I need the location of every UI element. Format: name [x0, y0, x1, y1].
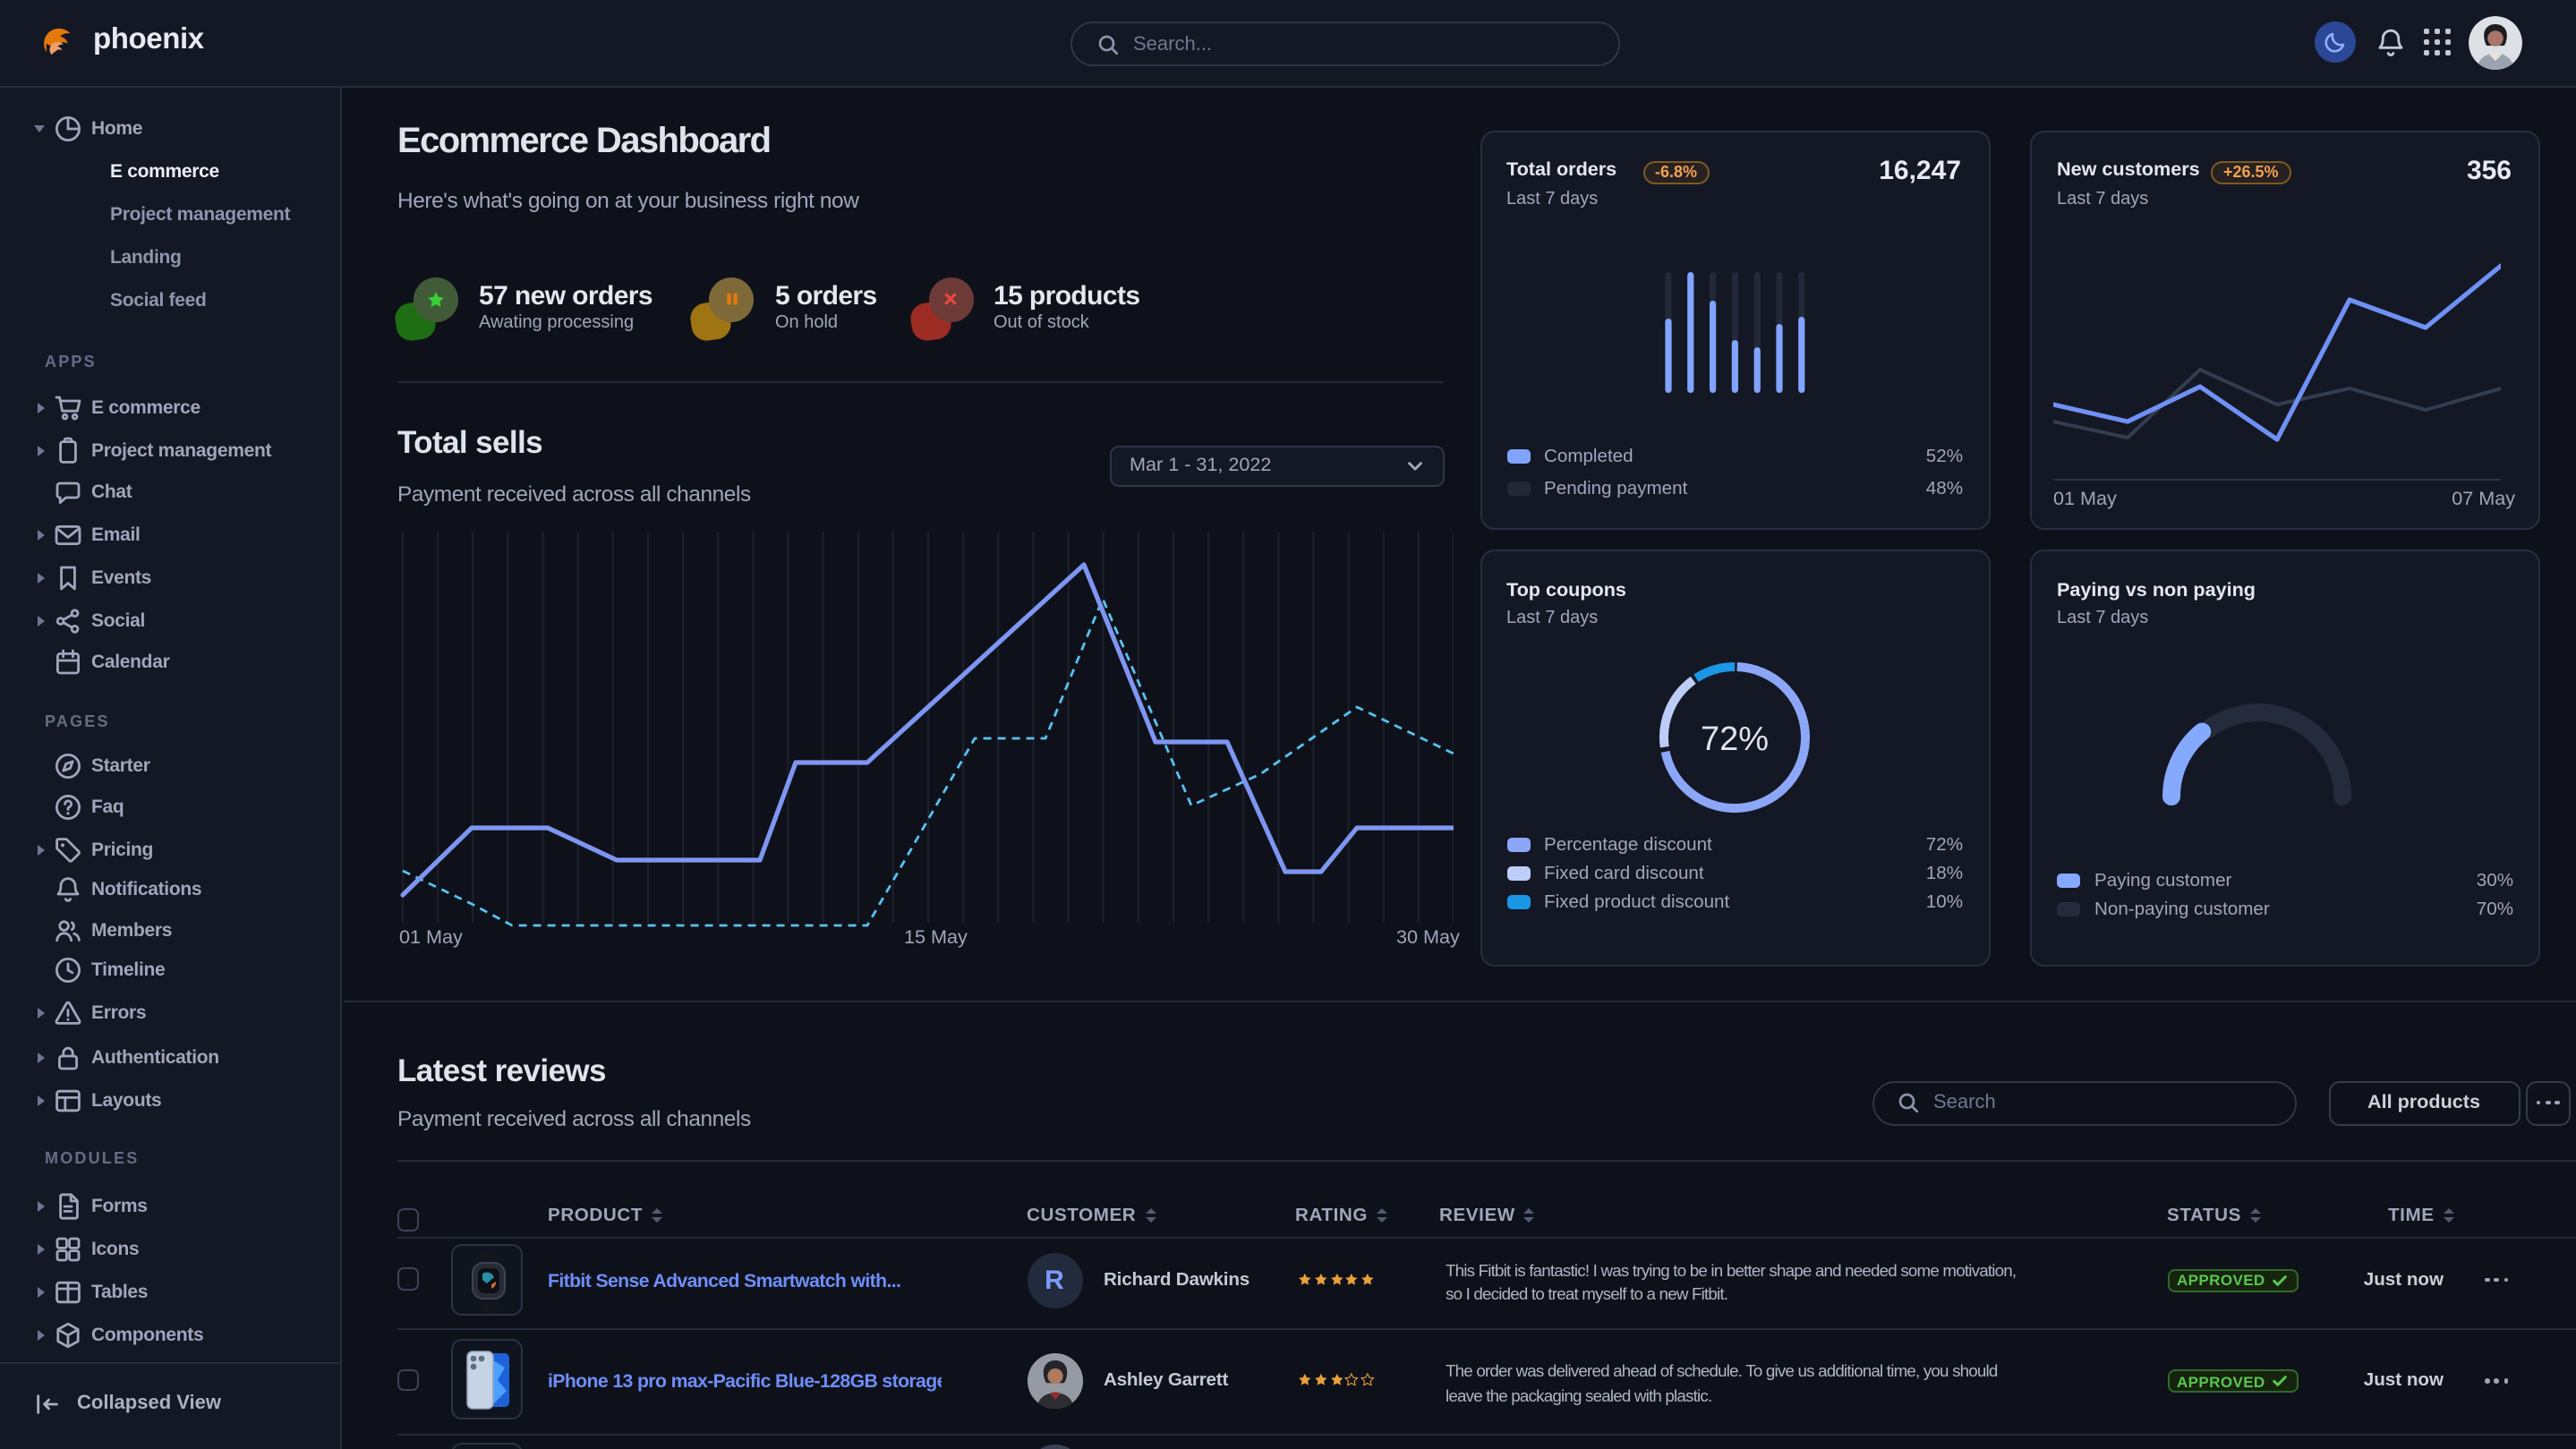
svg-text:72%: 72%: [1700, 720, 1768, 757]
